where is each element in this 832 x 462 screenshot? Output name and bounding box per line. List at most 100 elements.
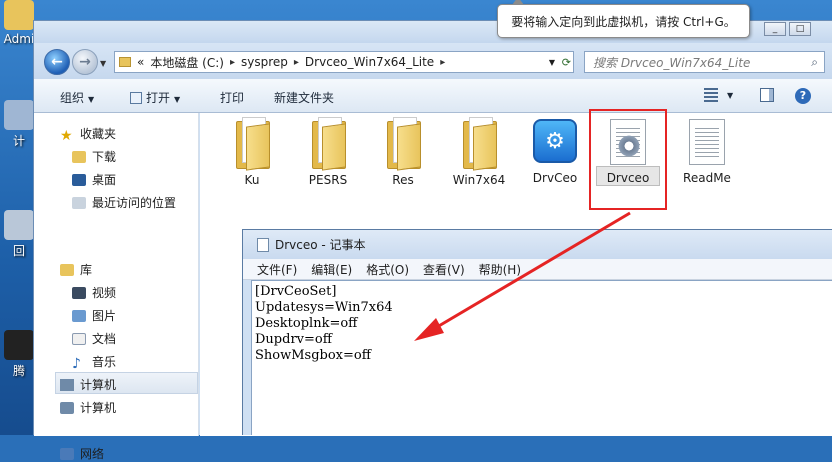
address-bar[interactable]: « 本地磁盘 (C:) ▸ sysprep ▸ Drvceo_Win7x64_L… [114,51,574,73]
preview-pane-icon[interactable] [760,88,774,102]
notepad-icon [257,237,269,252]
view-options-icon[interactable] [704,88,718,102]
file-item-folder[interactable]: Res [372,115,434,187]
menu-help[interactable]: 帮助(H) [479,261,521,278]
back-button[interactable]: ← [44,49,70,75]
refresh-icon[interactable]: ⟳ [562,56,571,69]
nav-libraries[interactable]: 库 [60,261,92,278]
text-line: Updatesys=Win7x64 [255,300,393,315]
folder-icon [308,115,348,171]
document-icon [72,332,86,345]
breadcrumb-overflow[interactable]: « [137,55,144,69]
history-dropdown-icon[interactable]: ▼ [100,59,106,68]
chevron-down-icon: ▼ [174,95,181,104]
text-line: [DrvCeoSet] [255,284,337,299]
help-icon[interactable]: ? [795,88,811,104]
file-name: ReadMe [683,171,731,185]
menu-edit[interactable]: 编辑(E) [311,261,352,278]
file-name: Res [392,173,414,187]
nav-music[interactable]: ♪ 音乐 [72,353,116,372]
view-dropdown-icon[interactable]: ▼ [727,91,733,100]
network-icon [60,447,74,460]
search-placeholder: 搜索 Drvceo_Win7x64_Lite [593,55,751,70]
folder-icon [459,115,499,171]
chevron-right-icon[interactable]: ▸ [294,57,299,68]
arrow-right-icon: → [79,54,91,70]
video-icon [72,286,86,299]
file-name: DrvCeo [532,171,578,185]
file-name: Win7x64 [452,173,506,187]
star-icon: ★ [60,127,73,144]
nav-documents[interactable]: 文档 [72,330,116,347]
file-name: Ku [244,173,260,187]
desktop-icon-label: Admi [3,32,35,46]
chevron-down-icon[interactable]: ▼ [549,58,555,67]
nav-computer[interactable]: 计算机 [60,399,116,416]
nav-network[interactable]: 网络 [60,445,104,462]
chevron-down-icon: ▼ [88,95,95,104]
search-icon[interactable]: ⌕ [811,55,818,70]
desktop-icon-label: 计 [12,134,25,148]
notepad-menubar: 文件(F) 编辑(E) 格式(O) 查看(V) 帮助(H) [243,259,832,280]
nav-desktop[interactable]: 桌面 [72,171,116,188]
address-row: ← → ▼ « 本地磁盘 (C:) ▸ sysprep ▸ Drvceo_Win… [34,43,832,79]
nav-computer-selected[interactable]: 计算机 [60,376,116,393]
breadcrumb-current[interactable]: Drvceo_Win7x64_Lite [305,55,434,69]
folder-icon [383,115,423,171]
recent-places-icon [72,196,86,209]
menu-format[interactable]: 格式(O) [366,261,409,278]
computer-icon [4,100,34,130]
file-item-app[interactable]: ⚙ DrvCeo [524,115,586,185]
music-icon: ♪ [72,355,81,372]
vm-input-tooltip: 要将输入定向到此虚拟机，请按 Ctrl+G。 [497,0,750,38]
file-item-folder[interactable]: PESRS [297,115,359,187]
nav-downloads[interactable]: 下载 [72,148,116,165]
file-item-folder[interactable]: Ku [221,115,283,187]
nav-videos[interactable]: 视频 [72,284,116,301]
nav-favorites[interactable]: ★ 收藏夹 [60,125,116,144]
computer-icon [60,401,74,414]
tooltip-text: 要将输入定向到此虚拟机，请按 Ctrl+G。 [511,14,736,29]
file-name: PESRS [308,173,348,187]
forward-button[interactable]: → [72,49,98,75]
download-folder-icon [72,150,86,163]
notepad-titlebar[interactable]: Drvceo - 记事本 [243,230,832,259]
recycle-bin-icon [4,210,34,240]
picture-icon [72,309,86,322]
menu-view[interactable]: 查看(V) [423,261,465,278]
breadcrumb-sysprep[interactable]: sysprep [241,55,288,69]
desktop-icon-label: 回 [12,244,25,258]
folder-icon [232,115,272,171]
command-bar: 组织 ▼ 打开 ▼ 打印 新建文件夹 ▼ ? [34,79,832,113]
search-input[interactable]: 搜索 Drvceo_Win7x64_Lite ⌕ [584,51,825,73]
notepad-title: Drvceo - 记事本 [275,238,366,252]
arrow-left-icon: ← [51,54,63,70]
print-button[interactable]: 打印 [220,89,244,106]
minimize-button[interactable]: _ [764,22,786,36]
notepad-icon [130,92,142,104]
nav-pictures[interactable]: 图片 [72,307,116,324]
open-button[interactable]: 打开 ▼ [130,89,180,106]
notepad-editor[interactable]: [DrvCeoSet] Updatesys=Win7x64 Desktoplnk… [251,280,832,435]
qq-penguin-icon [4,330,34,360]
chevron-right-icon[interactable]: ▸ [230,57,235,68]
nav-recent[interactable]: 最近访问的位置 [72,194,176,211]
user-folder-icon [4,0,34,30]
breadcrumb-drive[interactable]: 本地磁盘 (C:) [150,54,224,71]
maximize-button[interactable]: □ [789,22,811,36]
desktop-icon [72,173,86,186]
new-folder-button[interactable]: 新建文件夹 [274,89,334,106]
folder-icon [119,57,131,67]
file-item-folder[interactable]: Win7x64 [448,115,510,187]
chevron-right-icon[interactable]: ▸ [440,57,445,68]
menu-file[interactable]: 文件(F) [257,261,297,278]
file-item-text[interactable]: ReadMe [676,115,738,185]
text-line: ShowMsgbox=off [255,348,371,363]
text-line: Desktoplnk=off [255,316,358,331]
drvceo-app-icon: ⚙ [533,119,577,163]
library-icon [60,263,74,276]
notepad-window: Drvceo - 记事本 文件(F) 编辑(E) 格式(O) 查看(V) 帮助(… [242,229,832,435]
desktop-icon-label: 腾 [12,364,25,378]
red-highlight-box [589,109,667,210]
organize-button[interactable]: 组织 ▼ [60,89,94,106]
